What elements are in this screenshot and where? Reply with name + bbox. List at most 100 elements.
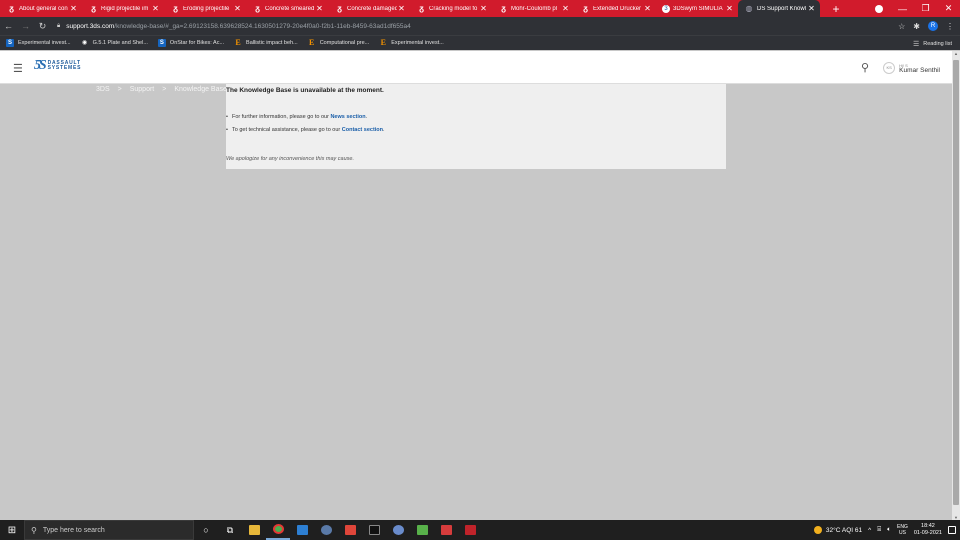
reading-list-button[interactable]: ☰ Reading list (913, 36, 952, 51)
back-button[interactable]: ← (0, 21, 17, 31)
browser-tab[interactable]: 3 3DSwym SIMULIA ✕ (656, 0, 738, 17)
terminal-icon[interactable] (362, 520, 386, 540)
bookmark-item[interactable]: E Ballistic impact beh... (234, 39, 298, 47)
close-tab-icon[interactable]: ✕ (151, 4, 160, 13)
scroll-up-icon[interactable]: ▲ (953, 51, 959, 56)
profile-avatar[interactable]: R (928, 21, 938, 31)
taskbar: ⊞ ⚲ Type here to search ○ ⧉ 32°C AQI 61 ^… (0, 520, 960, 540)
close-tab-icon[interactable]: ✕ (725, 4, 734, 13)
weather-widget[interactable]: 32°C AQI 61 (813, 526, 862, 534)
language-indicator[interactable]: ENG US (897, 524, 908, 536)
news-section-link[interactable]: News section (330, 114, 365, 120)
browser-tab[interactable]: ᵹ Extended Drucker ✕ (574, 0, 656, 17)
bookmark-star-icon[interactable]: ☆ (898, 22, 905, 31)
satellite-app-icon[interactable] (386, 520, 410, 540)
reload-button[interactable]: ↻ (34, 21, 51, 32)
browser-tab[interactable]: ᵹ Concrete damaged ✕ (328, 0, 410, 17)
new-tab-button[interactable]: + (828, 2, 844, 16)
record-icon[interactable] (875, 4, 883, 13)
close-window-button[interactable]: ✕ (937, 3, 960, 14)
user-name: Kumar Senthil (899, 66, 940, 74)
close-tab-icon[interactable]: ✕ (233, 4, 242, 13)
browser-tab[interactable]: ᵹ About general con ✕ (0, 0, 82, 17)
close-tab-icon[interactable]: ✕ (479, 4, 488, 13)
breadcrumb-separator: > (162, 86, 167, 93)
network-icon[interactable]: ⌸ (877, 526, 881, 534)
clock[interactable]: 18:42 01-09-2021 (914, 523, 942, 537)
browser-tab[interactable]: ᵹ Mohr-Coulomb pl ✕ (492, 0, 574, 17)
e-icon: E (309, 38, 315, 47)
more-menu-icon[interactable]: ⋮ (946, 22, 954, 31)
cortana-icon[interactable]: ○ (194, 520, 218, 540)
bookmark-item[interactable]: S Experimental invest... (6, 39, 71, 47)
tab-title: Mohr-Coulomb pl (511, 5, 558, 12)
maximize-button[interactable]: ❐ (914, 3, 937, 14)
acrobat-icon[interactable] (458, 520, 482, 540)
bookmark-item[interactable]: S OnStar for Bikes: Ac... (157, 39, 224, 47)
reading-list-label: Reading list (923, 40, 952, 47)
browser-tab-active[interactable]: ◍ DS Support Knowl ✕ (738, 0, 820, 17)
chevron-up-icon[interactable]: ^ (868, 527, 871, 534)
chrome-icon[interactable] (266, 520, 290, 540)
notepad-icon[interactable] (410, 520, 434, 540)
task-view-icon[interactable]: ⧉ (218, 520, 242, 540)
tab-title: Cracking model fo (429, 5, 478, 12)
close-tab-icon[interactable]: ✕ (561, 4, 570, 13)
tab-title: Concrete damaged (347, 5, 397, 12)
bookmark-item[interactable]: E Computational pre... (308, 38, 369, 47)
file-explorer-icon[interactable] (242, 520, 266, 540)
forward-button[interactable]: → (17, 21, 34, 31)
breadcrumb-item[interactable]: Support (130, 86, 155, 93)
bookmark-label: Experimental invest... (18, 40, 71, 46)
s-icon: S (6, 39, 14, 47)
bookmark-item[interactable]: E Experimental invest... (379, 39, 444, 47)
lock-icon[interactable]: 🔒︎ (57, 23, 60, 30)
url-host: support.3ds.com (66, 22, 115, 30)
scrollbar-thumb[interactable] (953, 60, 959, 505)
breadcrumb-item[interactable]: 3DS (96, 86, 110, 93)
user-menu[interactable]: KS Hi! S Kumar Senthil (883, 62, 940, 74)
ds-icon: ᵹ (419, 4, 424, 13)
taskbar-search[interactable]: ⚲ Type here to search (24, 520, 194, 540)
browser-tab[interactable]: ᵹ Rigid projectile im ✕ (82, 0, 164, 17)
bookmark-label: Ballistic impact beh... (246, 40, 298, 46)
breadcrumb-item[interactable]: Knowledge Base (174, 86, 227, 93)
ds-app-icon[interactable] (434, 520, 458, 540)
e-icon: E (380, 38, 386, 47)
browser-tab[interactable]: ᵹ Cracking model fo ✕ (410, 0, 492, 17)
hamburger-menu-icon[interactable]: ☰ (13, 62, 23, 75)
close-tab-icon[interactable]: ✕ (315, 4, 324, 13)
app-icon[interactable] (314, 520, 338, 540)
windows-start-icon[interactable]: ⊞ (0, 525, 24, 536)
system-tray: 32°C AQI 61 ^ ⌸ 🔈︎ ENG US 18:42 01-09-2021 (813, 520, 956, 540)
notifications-icon[interactable] (948, 526, 956, 534)
browser-tab[interactable]: ᵹ Concrete smeared ✕ (246, 0, 328, 17)
search-icon[interactable]: ⚲ (861, 61, 869, 74)
mail-icon[interactable] (290, 520, 314, 540)
close-tab-icon[interactable]: ✕ (643, 4, 652, 13)
browser-tab[interactable]: ᵹ Eroding projectile ✕ (164, 0, 246, 17)
ds-icon: ᵹ (9, 4, 14, 13)
dassault-logo[interactable]: ƼS DASSAULT SYSTEMES (34, 58, 81, 74)
s-icon: S (157, 39, 166, 47)
close-tab-icon[interactable]: ✕ (69, 4, 78, 13)
url-field[interactable]: 🔒︎ support.3ds.com/knowledge-base/#_ga=2… (57, 23, 857, 30)
list-item: For further information, please go to ou… (226, 114, 385, 120)
search-placeholder: Type here to search (42, 526, 105, 534)
ds-icon: ᵹ (173, 4, 178, 13)
breadcrumb: 3DS > Support > Knowledge Base (96, 86, 227, 93)
extensions-icon[interactable]: ✱ (913, 22, 920, 31)
recorder-icon[interactable] (338, 520, 362, 540)
minimize-button[interactable]: — (891, 4, 914, 14)
bookmark-item[interactable]: ◉ G.5.1 Plate and Shel... (81, 39, 148, 47)
close-tab-icon[interactable]: ✕ (397, 4, 406, 13)
url-path: /knowledge-base/#_ga=2.69123158.63962852… (114, 22, 411, 30)
ds-icon: ᵹ (501, 4, 506, 13)
page-scrollbar[interactable]: ▲ ▼ (952, 51, 960, 520)
search-icon: ⚲ (31, 525, 37, 535)
close-tab-icon[interactable]: ✕ (807, 4, 816, 13)
tab-title: Concrete smeared (265, 5, 315, 12)
contact-section-link[interactable]: Contact section (342, 127, 383, 133)
notice-title: The Knowledge Base is unavailable at the… (226, 87, 384, 94)
volume-icon[interactable]: 🔈︎ (887, 526, 891, 534)
